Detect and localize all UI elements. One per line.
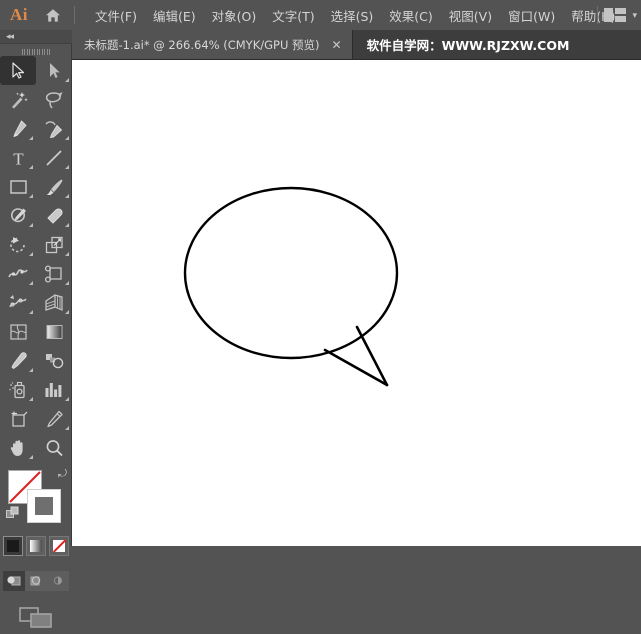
tool-flyout-indicator [65,223,69,227]
shaper-tool[interactable] [0,201,36,230]
swap-fill-stroke-icon[interactable]: ⤾ [58,468,67,481]
scale-tool[interactable] [36,230,72,259]
shape-builder-tool[interactable] [0,288,36,317]
close-icon[interactable]: ✕ [330,39,344,51]
direct-selection-tool[interactable] [36,56,72,85]
tool-flyout-indicator [29,281,33,285]
color-mode-button[interactable] [3,536,23,556]
workspace-divider [597,6,598,24]
blend-tool[interactable] [36,346,72,375]
menu-view[interactable]: 视图(V) [441,1,500,30]
menu-divider [74,6,75,24]
tool-flyout-indicator [65,310,69,314]
none-mode-button[interactable] [49,536,69,556]
tool-flyout-indicator [29,223,33,227]
default-fill-stroke-icon[interactable] [6,506,20,525]
draw-behind-button[interactable] [25,571,47,591]
mesh-tool[interactable] [0,317,36,346]
tool-flyout-indicator [29,455,33,459]
tools-panel-drag-handle[interactable] [0,44,72,56]
gradient-mode-button[interactable] [26,536,46,556]
menu-effect[interactable]: 效果(C) [381,1,440,30]
tool-flyout-indicator [65,252,69,256]
paint-mode-row [0,536,72,562]
chevron-down-icon[interactable]: ▾ [632,10,637,21]
selection-tool[interactable] [0,56,36,85]
tool-flyout-indicator [65,397,69,401]
magic-wand-tool[interactable] [0,85,36,114]
slice-tool[interactable] [36,404,72,433]
paintbrush-tool[interactable] [36,172,72,201]
tool-flyout-indicator [65,281,69,285]
perspective-grid-tool[interactable] [36,288,72,317]
ai-logo: Ai [0,0,38,30]
tool-flyout-indicator [65,194,69,198]
rectangle-tool[interactable] [0,172,36,201]
promo-watermark-text: 软件自学网：WWW.RJZXW.COM [353,30,570,59]
eraser-tool[interactable] [36,201,72,230]
tool-flyout-indicator [65,136,69,140]
collapse-panel-icon[interactable]: ◂◂ [0,31,13,42]
tool-flyout-indicator [65,78,69,82]
tools-panel-header: ◂◂ [0,30,72,44]
fill-stroke-controls: ⤾ [0,466,72,534]
menu-select[interactable]: 选择(S) [323,1,382,30]
drawing-mode-row [0,568,72,594]
symbol-sprayer-tool[interactable] [0,375,36,404]
tool-flyout-indicator [29,136,33,140]
document-tab-label: 未标题-1.ai* @ 266.64% (CMYK/GPU 预览) [84,37,320,53]
workspace-switcher-icon[interactable] [604,8,626,22]
tools-panel: ◂◂ [0,30,72,546]
tool-flyout-indicator [29,165,33,169]
width-tool[interactable] [0,259,36,288]
draw-inside-button[interactable] [47,571,69,591]
tool-flyout-indicator [29,194,33,198]
pen-tool[interactable] [0,114,36,143]
tool-flyout-indicator [29,368,33,372]
curvature-tool[interactable] [36,114,72,143]
document-tab[interactable]: 未标题-1.ai* @ 266.64% (CMYK/GPU 预览) ✕ [72,30,353,59]
lasso-tool[interactable] [36,85,72,114]
type-tool[interactable]: T [0,143,36,172]
eyedropper-tool[interactable] [0,346,36,375]
tool-flyout-indicator [65,426,69,430]
home-icon[interactable] [38,0,68,30]
rotate-tool[interactable] [0,230,36,259]
tool-grid: T [0,56,72,462]
gradient-swatch [30,540,42,552]
menu-item-list: 文件(F) 编辑(E) 对象(O) 文字(T) 选择(S) 效果(C) 视图(V… [87,1,623,30]
none-swatch [53,540,65,552]
solid-color-swatch [7,540,19,552]
screen-mode-button[interactable] [0,600,72,634]
tool-flyout-indicator [29,310,33,314]
menu-window[interactable]: 窗口(W) [500,1,563,30]
tool-flyout-indicator [29,252,33,256]
menu-file[interactable]: 文件(F) [87,1,145,30]
artwork-canvas[interactable] [72,60,641,546]
artboard-tool[interactable] [0,404,36,433]
svg-text:T: T [13,149,24,167]
speech-bubble-ellipse[interactable] [185,188,397,358]
tool-flyout-indicator [29,397,33,401]
tool-flyout-indicator [65,165,69,169]
menu-edit[interactable]: 编辑(E) [145,1,204,30]
column-graph-tool[interactable] [36,375,72,404]
speech-bubble-path[interactable] [72,60,641,546]
free-transform-tool[interactable] [36,259,72,288]
menu-object[interactable]: 对象(O) [204,1,265,30]
document-tab-bar: 未标题-1.ai* @ 266.64% (CMYK/GPU 预览) ✕ 软件自学… [72,30,641,60]
draw-normal-button[interactable] [3,571,25,591]
zoom-tool[interactable] [36,433,72,462]
workspace-area: ▾ [591,0,637,30]
line-segment-tool[interactable] [36,143,72,172]
menu-type[interactable]: 文字(T) [264,1,322,30]
gradient-tool[interactable] [36,317,72,346]
stroke-swatch[interactable] [27,489,61,523]
menu-bar: Ai 文件(F) 编辑(E) 对象(O) 文字(T) 选择(S) 效果(C) 视… [0,0,641,30]
hand-tool[interactable] [0,433,36,462]
